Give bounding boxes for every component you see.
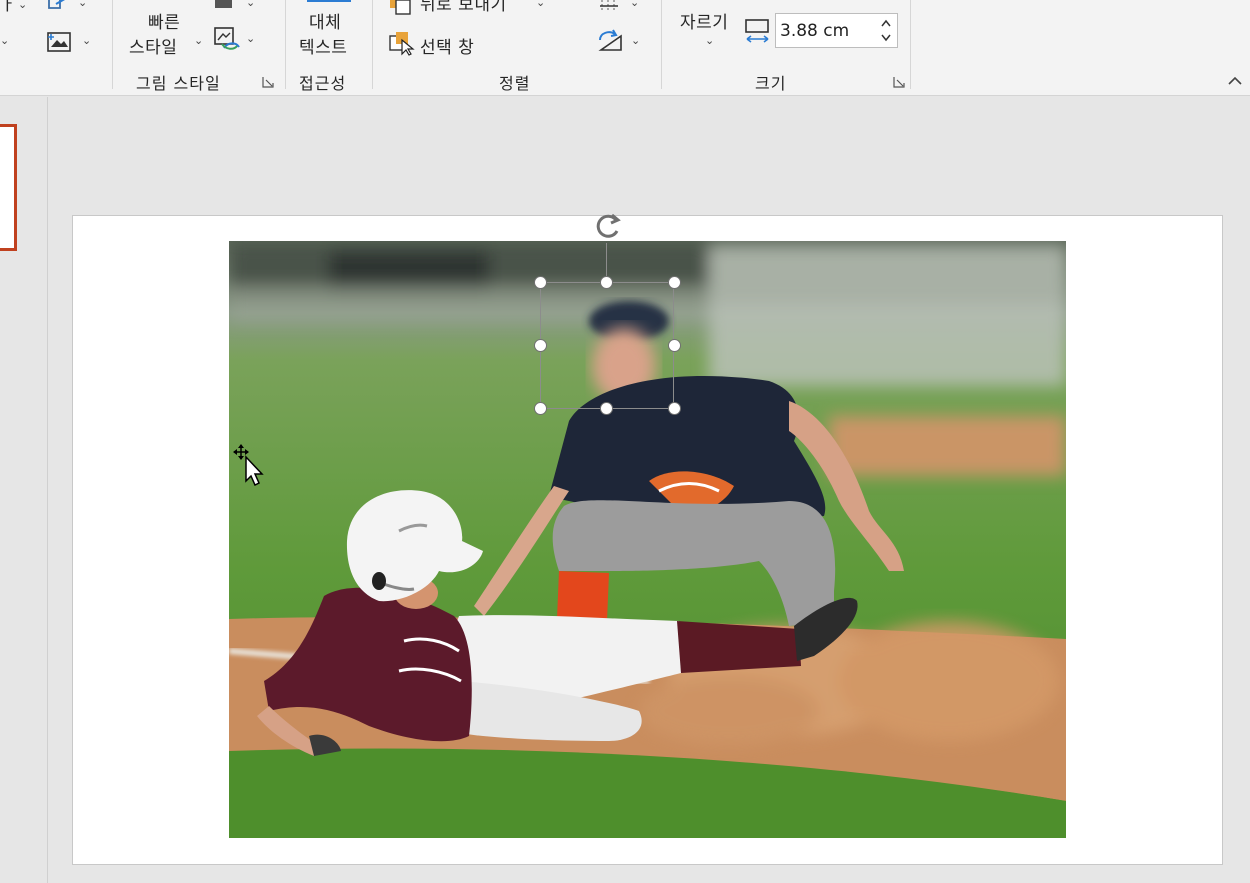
group-label-picture-styles: 그림 스타일: [136, 74, 221, 93]
chevron-down-icon[interactable]: ⌄: [78, 0, 87, 9]
shape-width-field[interactable]: [775, 13, 898, 48]
dialog-launcher-icon[interactable]: [262, 76, 274, 88]
slide-thumbnail-pane: [0, 97, 48, 883]
selection-pane-label[interactable]: 선택 창: [420, 33, 474, 58]
dialog-launcher-icon[interactable]: [893, 76, 905, 88]
chevron-down-icon[interactable]: ⌄: [536, 0, 545, 9]
chevron-down-icon[interactable]: ⌄: [630, 0, 639, 9]
shape-width-input[interactable]: [780, 19, 875, 42]
picture-border-icon[interactable]: [46, 0, 76, 16]
chevron-down-icon[interactable]: ⌄: [0, 34, 9, 47]
group-separator: [285, 0, 286, 89]
change-picture-icon[interactable]: [212, 26, 242, 52]
alt-text-label-2[interactable]: 텍스트: [299, 33, 347, 58]
align-icon[interactable]: [598, 0, 624, 16]
resize-handle-left[interactable]: [534, 339, 547, 352]
group-label-accessibility: 접근성: [299, 74, 347, 93]
group-separator: [910, 0, 911, 89]
shape-height-icon: [745, 19, 769, 43]
group-label-size: 크기: [755, 74, 787, 93]
move-cursor-icon: [233, 444, 264, 487]
send-backward-label[interactable]: 뒤로 보내기: [420, 0, 507, 15]
quick-styles-label-1[interactable]: 빠른: [148, 8, 180, 33]
resize-handle-bottom[interactable]: [600, 402, 613, 415]
collapse-ribbon-icon[interactable]: [1226, 74, 1244, 88]
resize-handle-top-left[interactable]: [534, 276, 547, 289]
partial-tool-glyph: ㅏ: [0, 0, 17, 15]
alt-text-label-1[interactable]: 대체: [309, 8, 341, 33]
chevron-down-icon[interactable]: ⌄: [246, 32, 255, 45]
group-separator: [112, 0, 113, 89]
resize-handle-top-right[interactable]: [668, 276, 681, 289]
spinner-icon[interactable]: [878, 16, 894, 45]
slide-thumbnail-selected[interactable]: [0, 124, 17, 251]
selection-pane-icon[interactable]: [388, 30, 416, 56]
chevron-down-icon[interactable]: ⌄: [82, 34, 91, 47]
resize-handle-right[interactable]: [668, 339, 681, 352]
group-separator: [661, 0, 662, 89]
resize-handle-top[interactable]: [600, 276, 613, 289]
resize-handle-bottom-right[interactable]: [668, 402, 681, 415]
group-separator: [372, 0, 373, 89]
picture-layout-icon[interactable]: [212, 0, 240, 14]
picture-effects-icon[interactable]: [46, 30, 74, 54]
crop-label[interactable]: 자르기: [680, 8, 728, 33]
chevron-down-icon[interactable]: ⌄: [246, 0, 255, 9]
quick-styles-label-2[interactable]: 스타일: [129, 33, 177, 58]
group-label-arrange: 정렬: [499, 74, 531, 93]
alt-text-icon[interactable]: [307, 0, 351, 2]
chevron-down-icon[interactable]: ⌄: [705, 34, 714, 47]
ribbon: ㅏ ⌄ ⌄ ⌄ ⌄ 빠른 스타일 ⌄ ⌄ ⌄ 그림 스타일 대체 텍스트 접근성: [0, 0, 1250, 96]
selection-box[interactable]: [540, 282, 674, 409]
chevron-down-icon[interactable]: ⌄: [194, 34, 203, 47]
chevron-down-icon[interactable]: ⌄: [631, 34, 640, 47]
resize-handle-bottom-left[interactable]: [534, 402, 547, 415]
rotate-icon[interactable]: [597, 28, 627, 54]
send-backward-icon[interactable]: [388, 0, 414, 16]
chevron-down-icon[interactable]: ⌄: [18, 0, 27, 11]
rotate-handle-icon[interactable]: [590, 209, 624, 243]
